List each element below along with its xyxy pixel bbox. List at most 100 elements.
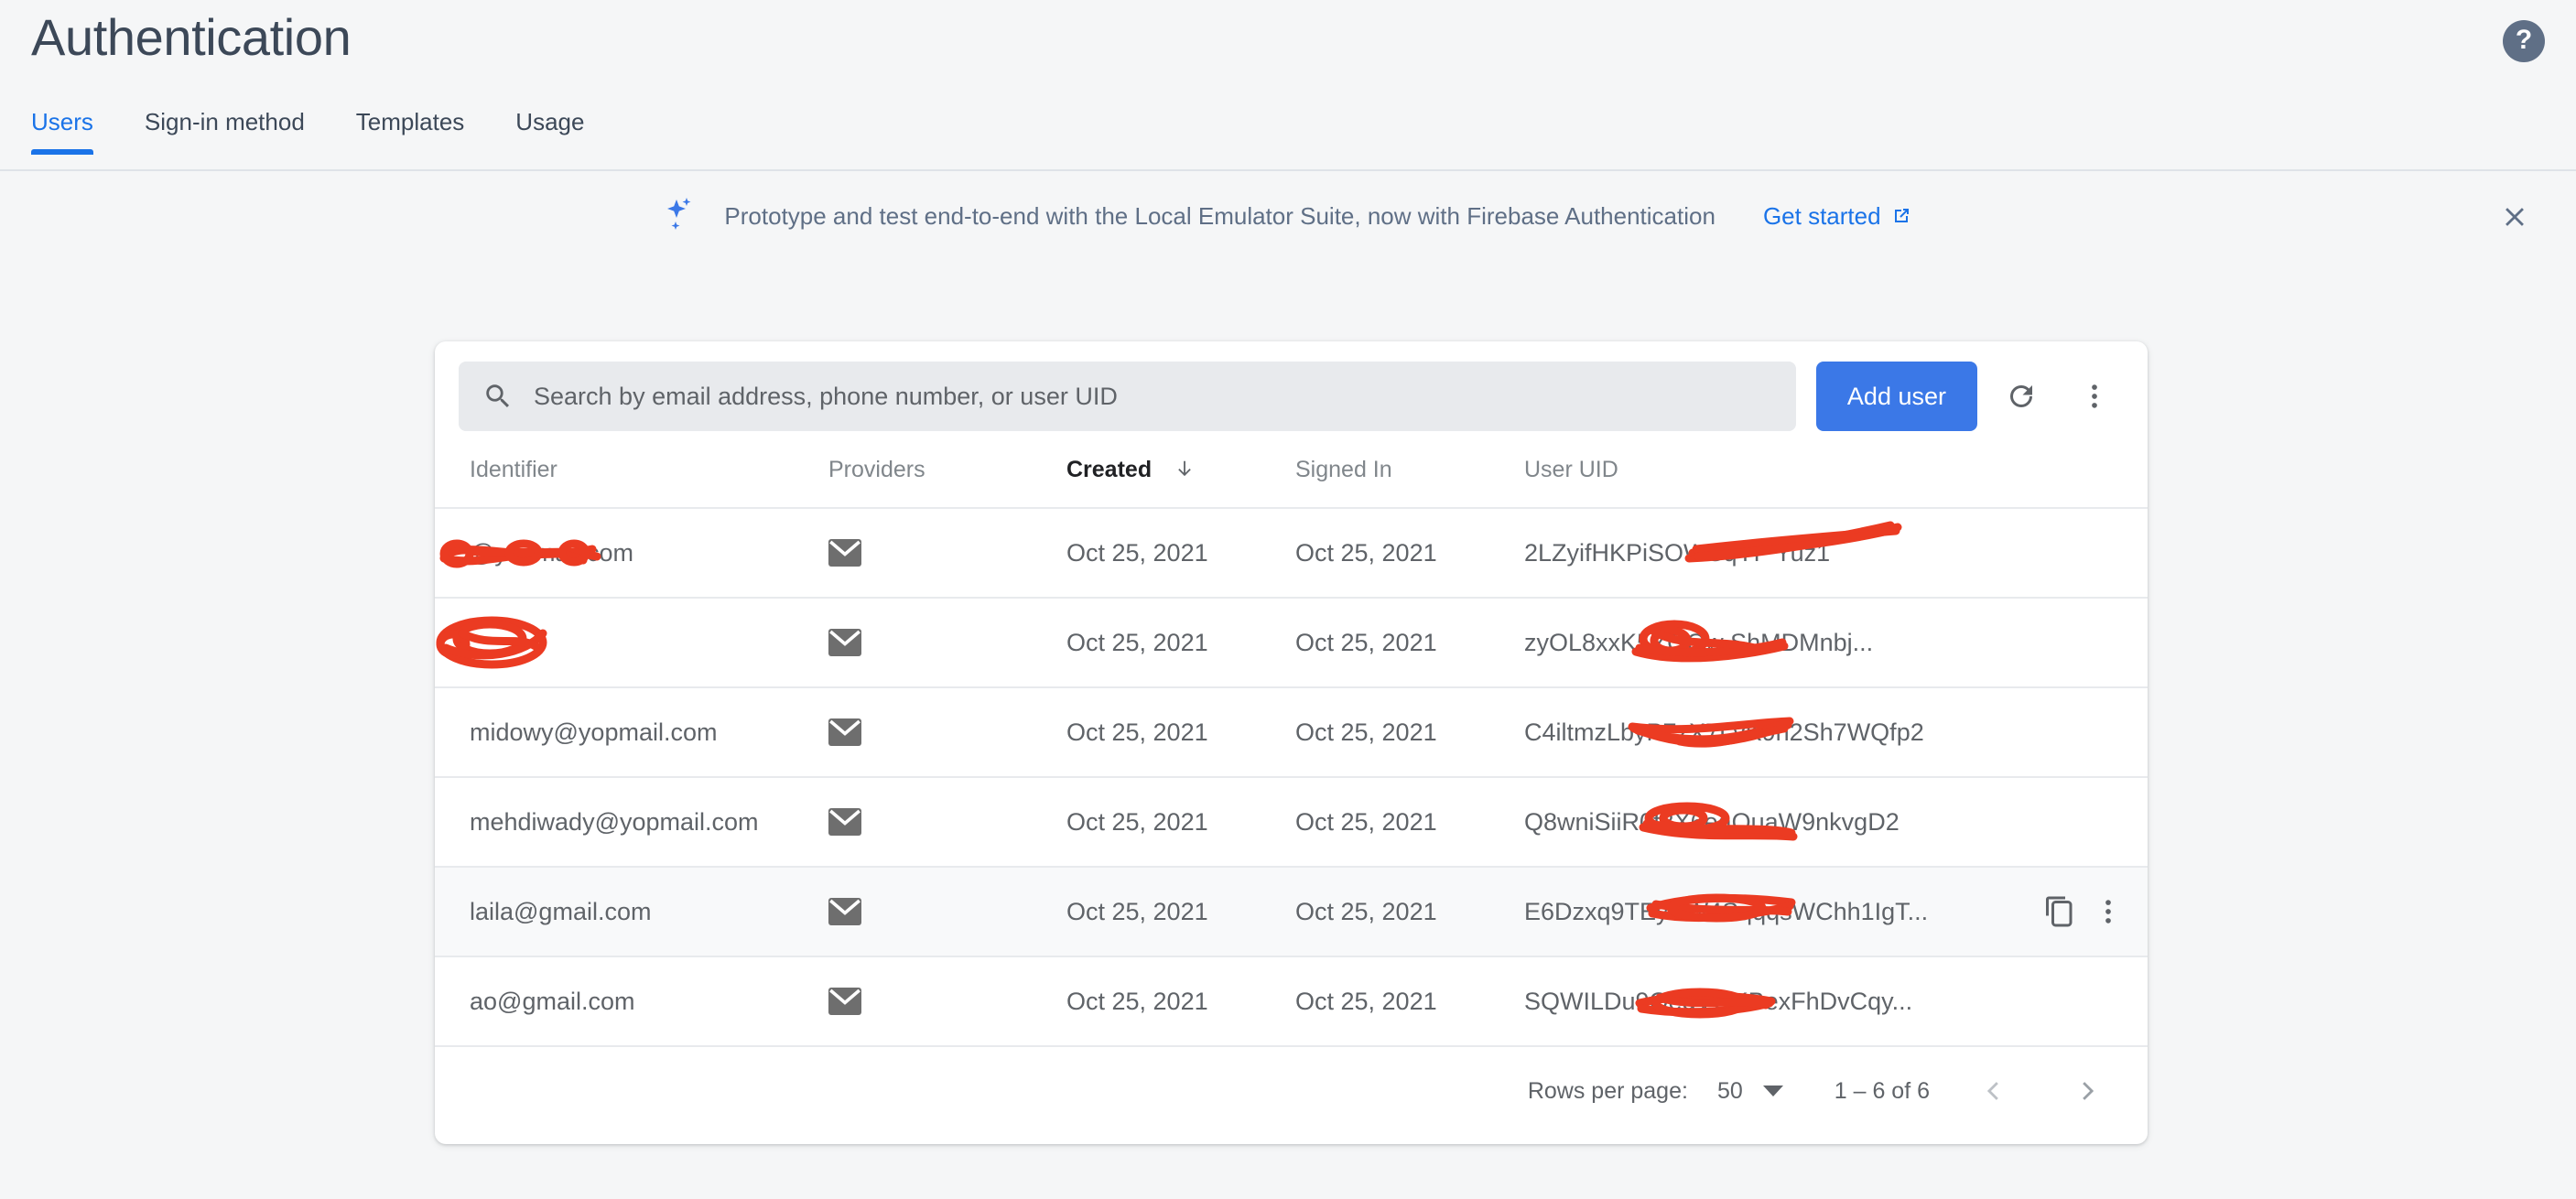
cell-providers	[828, 598, 1066, 688]
previous-page-button[interactable]	[1964, 1062, 2023, 1120]
redaction-scribble	[436, 616, 547, 669]
refresh-icon	[2010, 385, 2032, 407]
search-placeholder-text: Search by email address, phone number, o…	[534, 382, 1118, 410]
column-header-user-uid[interactable]: User UID	[1524, 449, 2148, 509]
external-link-icon	[1890, 205, 1912, 227]
email-icon	[828, 718, 1066, 746]
cell-created: Oct 25, 2021	[1066, 598, 1295, 688]
cell-identifier: laila@gmail.com	[435, 867, 828, 957]
users-card: Search by email address, phone number, o…	[435, 341, 2148, 1144]
page-range-label: 1 – 6 of 6	[1834, 1077, 1930, 1104]
add-user-button[interactable]: Add user	[1815, 362, 1977, 431]
email-icon	[828, 629, 1066, 656]
table-more-options-button[interactable]	[2065, 367, 2124, 426]
more-vert-icon	[2092, 384, 2097, 408]
column-header-signed-in[interactable]: Signed In	[1295, 449, 1524, 509]
banner-close-button[interactable]	[2494, 196, 2536, 238]
cell-identifier	[435, 598, 828, 688]
column-header-providers[interactable]: Providers	[828, 449, 1066, 509]
tab-templates[interactable]: Templates	[330, 108, 491, 155]
cell-signed-in: Oct 25, 2021	[1295, 598, 1524, 688]
chevron-down-icon[interactable]	[1762, 1086, 1783, 1096]
cell-user-uid: Q8wniSiiR0f3X6eaQuaW9nkvgD2	[1524, 777, 2148, 868]
cell-providers	[828, 867, 1066, 957]
email-icon	[828, 808, 1066, 836]
column-header-identifier[interactable]: Identifier	[435, 449, 828, 509]
refresh-button[interactable]	[1992, 367, 2051, 426]
table-row[interactable]: @yopmail.com Oct 25, 2021 Oct 25, 2021 2…	[435, 508, 2148, 599]
tab-sign-in-method[interactable]: Sign-in method	[119, 108, 330, 155]
table-row[interactable]: midowy@yopmail.com Oct 25, 2021 Oct 25, …	[435, 687, 2148, 778]
more-vert-icon	[2105, 900, 2111, 924]
cell-user-uid: zyOL8xxK5YQGw ShMDMnbj...	[1524, 598, 2148, 688]
cell-identifier: ao@gmail.com	[435, 956, 828, 1047]
chevron-right-icon	[2083, 1082, 2094, 1100]
cell-identifier: mehdiwady@yopmail.com	[435, 777, 828, 868]
tab-users[interactable]: Users	[31, 108, 119, 155]
cell-created: Oct 25, 2021	[1066, 867, 1295, 957]
copy-icon	[2046, 896, 2073, 927]
cell-identifier: @yopmail.com	[435, 508, 828, 599]
cell-signed-in: Oct 25, 2021	[1295, 956, 1524, 1047]
tab-label: Sign-in method	[144, 108, 305, 135]
uid-text: SQWILDu9OedVGKBexFhDvCqy...	[1524, 987, 1913, 1015]
get-started-link[interactable]: Get started	[1763, 202, 1912, 231]
help-question-icon: ?	[2515, 25, 2533, 55]
cell-providers	[828, 956, 1066, 1047]
uid-text: zyOL8xxK5YQGw ShMDMnbj...	[1524, 628, 1874, 656]
email-icon	[828, 539, 1066, 567]
cell-created: Oct 25, 2021	[1066, 956, 1295, 1047]
sparkle-icon	[664, 196, 700, 236]
cell-user-uid: 2LZyifHKPiSOWSqYF Yuz1	[1524, 508, 2148, 599]
paginator: Rows per page: 50 1 – 6 of 6	[435, 1047, 2148, 1135]
cell-identifier: midowy@yopmail.com	[435, 687, 828, 778]
search-icon	[482, 381, 514, 412]
cell-user-uid: C4iltmzLbyP7zX7LvK9h2Sh7WQfp2	[1524, 687, 2148, 778]
get-started-label: Get started	[1762, 201, 1881, 230]
rows-per-page-value[interactable]: 50	[1717, 1078, 1743, 1105]
chevron-left-icon	[1986, 1082, 1998, 1100]
sort-descending-arrow-icon	[1174, 457, 1195, 481]
uid-text: Q8wniSiiR0f3X6eaQuaW9nkvgD2	[1524, 807, 1900, 836]
table-row[interactable]: mehdiwady@yopmail.com Oct 25, 2021 Oct 2…	[435, 777, 2148, 868]
page-title: Authentication	[31, 8, 352, 66]
tab-divider	[0, 169, 2576, 171]
card-toolbar: Search by email address, phone number, o…	[435, 341, 2148, 449]
uid-text: C4iltmzLbyP7zX7LvK9h2Sh7WQfp2	[1524, 718, 1924, 746]
row-more-options-button[interactable]	[2093, 896, 2124, 927]
cell-providers	[828, 777, 1066, 868]
table-body: @yopmail.com Oct 25, 2021 Oct 25, 2021 2…	[435, 508, 2148, 1047]
users-table: Identifier Providers Created Signed In U…	[435, 449, 2148, 1047]
next-page-button[interactable]	[2058, 1062, 2116, 1120]
tab-label: Usage	[515, 108, 585, 135]
cell-providers	[828, 687, 1066, 778]
promo-banner: Prototype and test end-to-end with the L…	[0, 174, 2576, 258]
email-icon	[828, 898, 1066, 925]
search-input[interactable]: Search by email address, phone number, o…	[459, 362, 1796, 431]
cell-user-uid: E6Dzxq9TEySW4SqqqsWChh1IgT...	[1524, 867, 2148, 957]
uid-text: 2LZyifHKPiSOWSqYF Yuz1	[1524, 538, 1831, 567]
uid-text: E6Dzxq9TEySW4SqqqsWChh1IgT...	[1524, 897, 1929, 925]
cell-user-uid: SQWILDu9OedVGKBexFhDvCqy...	[1524, 956, 2148, 1047]
banner-message: Prototype and test end-to-end with the L…	[724, 201, 1716, 230]
help-icon-button[interactable]: ?	[2503, 20, 2545, 62]
email-icon	[828, 988, 1066, 1015]
cell-signed-in: Oct 25, 2021	[1295, 508, 1524, 599]
row-actions	[2043, 895, 2124, 928]
tab-label: Templates	[355, 108, 465, 135]
cell-created: Oct 25, 2021	[1066, 508, 1295, 599]
cell-signed-in: Oct 25, 2021	[1295, 867, 1524, 957]
tab-label: Users	[31, 108, 93, 135]
table-header-row: Identifier Providers Created Signed In U…	[435, 449, 2148, 509]
cell-signed-in: Oct 25, 2021	[1295, 687, 1524, 778]
rows-per-page-label: Rows per page:	[1527, 1077, 1688, 1104]
cell-signed-in: Oct 25, 2021	[1295, 777, 1524, 868]
cell-providers	[828, 508, 1066, 599]
table-row[interactable]: Oct 25, 2021 Oct 25, 2021 zyOL8xxK5YQGw …	[435, 598, 2148, 688]
column-header-created[interactable]: Created	[1066, 449, 1295, 509]
tab-usage[interactable]: Usage	[490, 108, 610, 155]
table-row[interactable]: ao@gmail.com Oct 25, 2021 Oct 25, 2021 S…	[435, 956, 2148, 1047]
copy-uid-button[interactable]	[2043, 895, 2076, 928]
table-row[interactable]: laila@gmail.com Oct 25, 2021 Oct 25, 202…	[435, 867, 2148, 957]
cell-created: Oct 25, 2021	[1066, 777, 1295, 868]
